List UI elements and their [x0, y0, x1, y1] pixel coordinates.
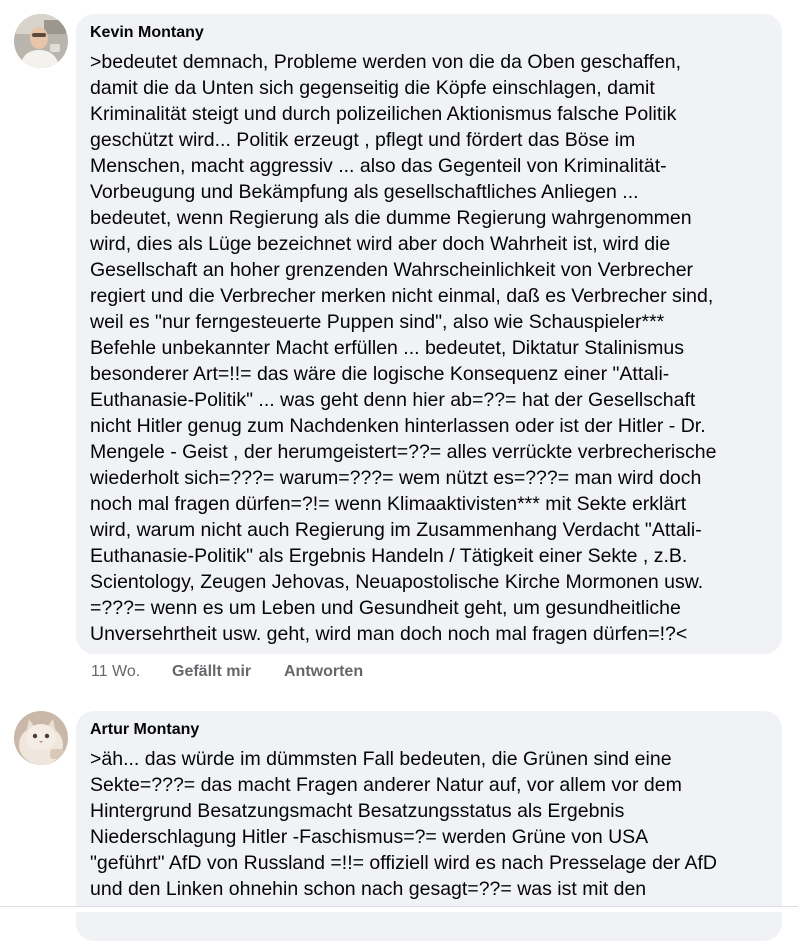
bottom-divider: [0, 906, 798, 912]
avatar[interactable]: [14, 711, 68, 765]
comment-author[interactable]: Kevin Montany: [90, 24, 204, 42]
reply-button[interactable]: Antworten: [284, 663, 363, 681]
user-photo-avatar-icon: [14, 14, 68, 68]
cat-photo-avatar-icon: [14, 711, 68, 765]
comment-timestamp[interactable]: 11 Wo.: [91, 663, 140, 681]
comment-text: >bedeutet demnach, Probleme werden von d…: [90, 51, 717, 645]
like-button[interactable]: Gefällt mir: [172, 663, 251, 681]
comment-kevin-montany: Kevin Montany >bedeutet demnach, Problem…: [0, 0, 798, 700]
comment-artur-montany: Artur Montany >äh... das würde im dümmst…: [0, 700, 798, 941]
comment-author[interactable]: Artur Montany: [90, 721, 199, 739]
avatar[interactable]: [14, 14, 68, 68]
comment-bubble: Kevin Montany >bedeutet demnach, Problem…: [76, 14, 782, 654]
comment-text: >äh... das würde im dümmsten Fall bedeut…: [90, 748, 717, 900]
